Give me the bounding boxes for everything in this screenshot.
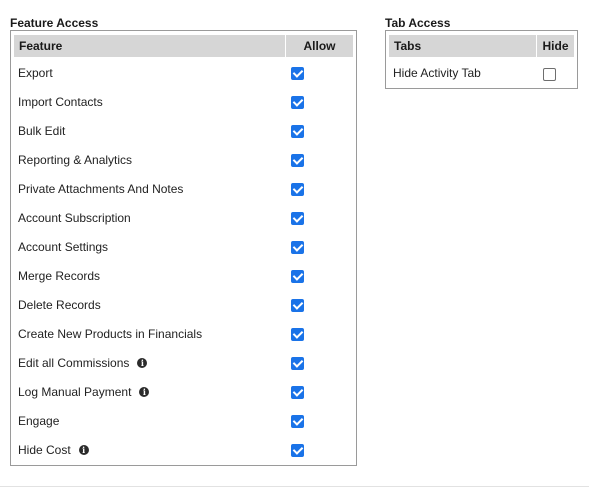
checkbox-checked-icon[interactable] xyxy=(291,212,304,225)
feature-label-text: Hide Cost xyxy=(18,443,71,457)
tabs-column-header: Tabs xyxy=(389,35,537,57)
checkbox-checked-icon[interactable] xyxy=(291,154,304,167)
checkbox-checked-icon[interactable] xyxy=(291,415,304,428)
feature-row-import-contacts: Import Contacts xyxy=(11,89,356,118)
checkbox-unchecked-icon[interactable] xyxy=(543,68,556,81)
feature-row-label: Private Attachments And Notes xyxy=(18,176,183,202)
info-icon[interactable]: i xyxy=(137,358,148,368)
tab-access-panel: Tabs Hide Hide Activity Tab xyxy=(385,30,578,89)
checkbox-checked-icon[interactable] xyxy=(291,241,304,254)
feature-row-engage: Engage xyxy=(11,408,356,437)
tab-row-label: Hide Activity Tab xyxy=(393,66,481,80)
feature-label-text: Engage xyxy=(18,414,60,428)
feature-label-text: Log Manual Payment xyxy=(18,385,132,399)
feature-label-text: Import Contacts xyxy=(18,95,103,109)
feature-row-label: Merge Records xyxy=(18,263,100,289)
feature-label-text: Account Settings xyxy=(18,240,109,254)
feature-row-account-settings: Account Settings xyxy=(11,234,356,263)
feature-label-text: Merge Records xyxy=(18,269,101,283)
feature-access-header: Feature Allow xyxy=(14,35,353,57)
checkbox-checked-icon[interactable] xyxy=(291,96,304,109)
info-icon[interactable]: i xyxy=(78,445,89,455)
feature-label-text: Delete Records xyxy=(18,298,101,312)
feature-row-label: Log Manual Payment i xyxy=(18,379,150,405)
tab-access-header: Tabs Hide xyxy=(389,35,574,57)
feature-row-merge-records: Merge Records xyxy=(11,263,356,292)
feature-row-export: Export xyxy=(11,60,356,89)
tab-row-hide-activity-tab: Hide Activity Tab xyxy=(386,60,577,89)
feature-row-account-subscription: Account Subscription xyxy=(11,205,356,234)
feature-label-text: Bulk Edit xyxy=(18,124,66,138)
feature-row-edit-all-commissions: Edit all Commissions i xyxy=(11,350,356,379)
checkbox-checked-icon[interactable] xyxy=(291,357,304,370)
checkbox-checked-icon[interactable] xyxy=(291,386,304,399)
feature-row-bulk-edit: Bulk Edit xyxy=(11,118,356,147)
feature-row-create-new-products-in-financials: Create New Products in Financials xyxy=(11,321,356,350)
feature-access-panel: Feature Allow Export Import Contacts Bulk … xyxy=(10,30,357,466)
feature-access-title: Feature Access xyxy=(10,16,99,30)
feature-label-text: Reporting & Analytics xyxy=(18,153,133,167)
tab-access-title: Tab Access xyxy=(385,16,451,30)
feature-row-label: Bulk Edit xyxy=(18,118,65,144)
feature-row-label: Edit all Commissions i xyxy=(18,350,148,376)
hide-column-header: Hide xyxy=(542,39,569,53)
checkbox-checked-icon[interactable] xyxy=(291,183,304,196)
feature-row-label: Create New Products in Financials xyxy=(18,321,202,347)
feature-label-text: Create New Products in Financials xyxy=(18,327,203,341)
feature-column-header: Feature xyxy=(14,35,286,57)
checkbox-checked-icon[interactable] xyxy=(291,328,304,341)
feature-label-text: Edit all Commissions xyxy=(18,356,130,370)
info-icon[interactable]: i xyxy=(139,387,150,397)
feature-row-log-manual-payment: Log Manual Payment i xyxy=(11,379,356,408)
checkbox-checked-icon[interactable] xyxy=(291,299,304,312)
feature-row-hide-cost: Hide Cost i xyxy=(11,437,356,466)
feature-row-private-attachments-and-notes: Private Attachments And Notes xyxy=(11,176,356,205)
feature-row-label: Account Subscription xyxy=(18,205,131,231)
allow-column-header: Allow xyxy=(303,39,336,53)
feature-row-label: Export xyxy=(18,60,53,86)
checkbox-checked-icon[interactable] xyxy=(291,67,304,80)
checkbox-checked-icon[interactable] xyxy=(291,270,304,283)
feature-row-delete-records: Delete Records xyxy=(11,292,356,321)
checkbox-checked-icon[interactable] xyxy=(291,444,304,457)
feature-row-label: Reporting & Analytics xyxy=(18,147,132,173)
feature-row-label: Hide Cost i xyxy=(18,437,89,463)
feature-row-label: Engage xyxy=(18,408,59,434)
feature-label-text: Export xyxy=(18,66,53,80)
feature-row-reporting-and-analytics: Reporting & Analytics xyxy=(11,147,356,176)
feature-row-label: Account Settings xyxy=(18,234,108,260)
feature-label-text: Private Attachments And Notes xyxy=(18,182,184,196)
feature-row-label: Import Contacts xyxy=(18,89,103,115)
checkbox-checked-icon[interactable] xyxy=(291,125,304,138)
feature-row-label: Delete Records xyxy=(18,292,101,318)
feature-label-text: Account Subscription xyxy=(18,211,131,225)
footer-divider xyxy=(0,486,589,487)
